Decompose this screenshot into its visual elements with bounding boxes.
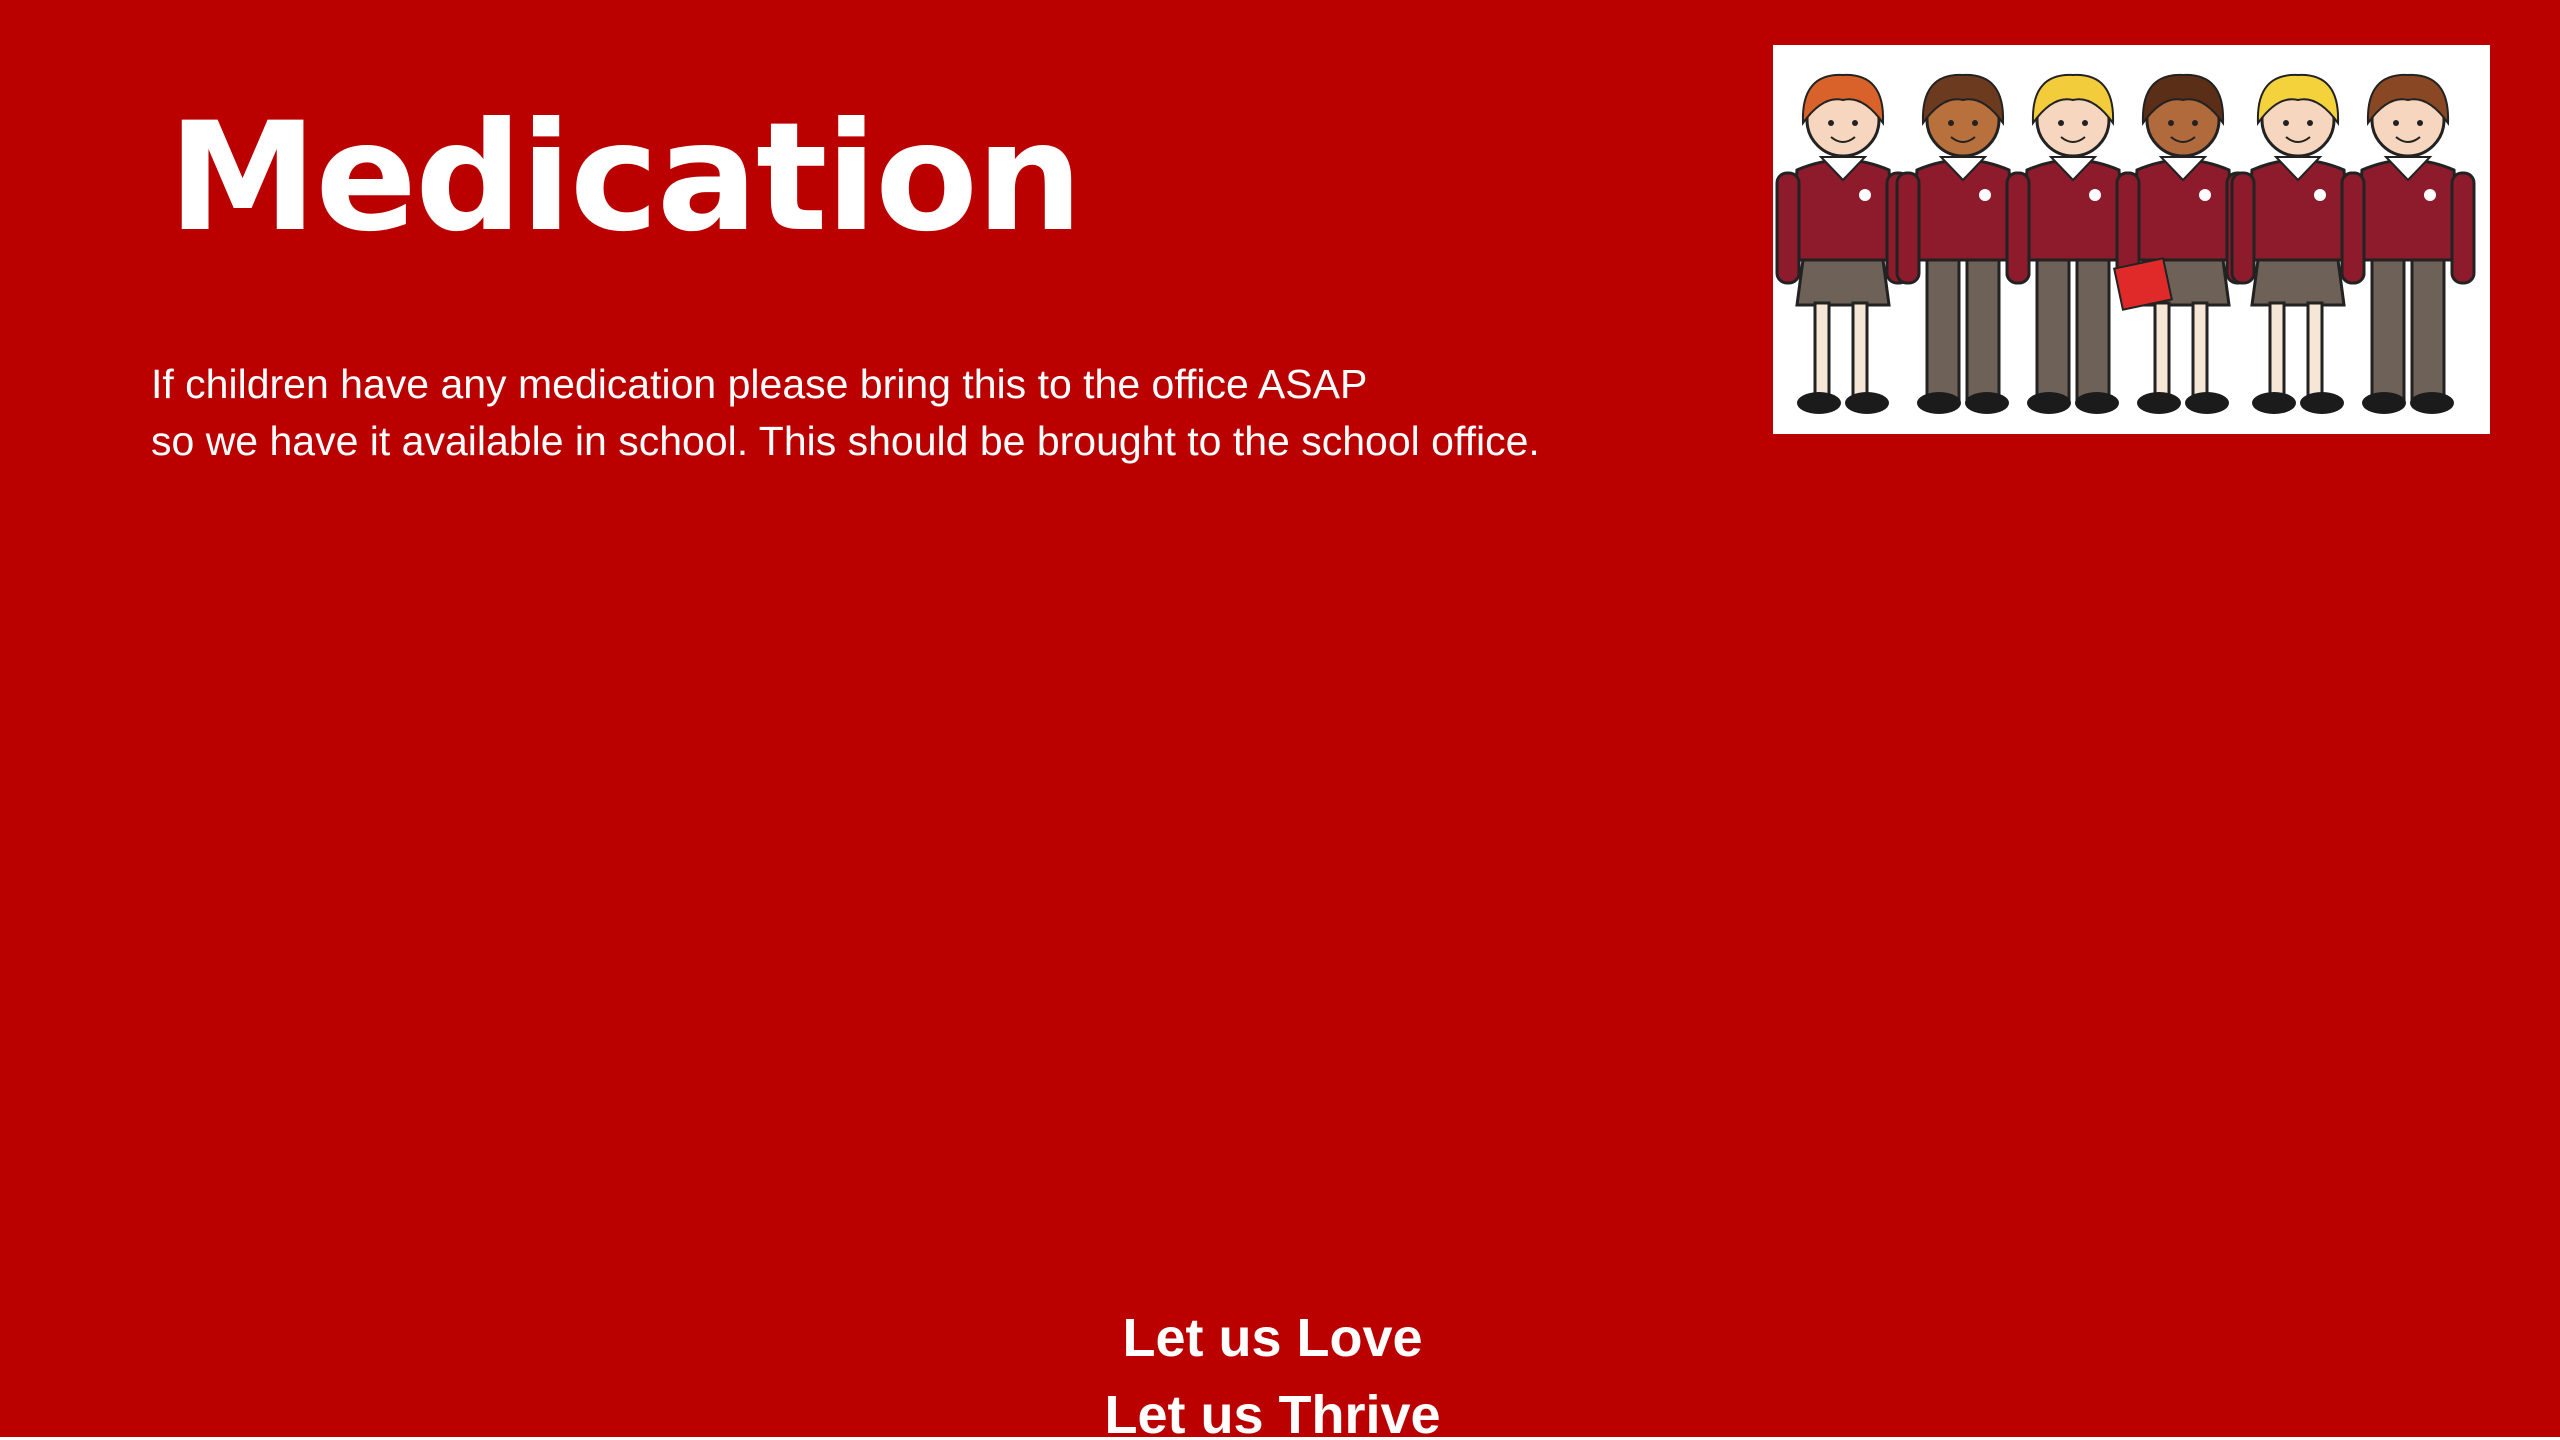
footer-line-thrive: Let us Thrive <box>1104 1385 1441 1437</box>
slide-title: Medication <box>168 91 1083 265</box>
footer-motto: Let us Love Let us Thrive <box>0 1300 2545 1437</box>
body-text: If children have any medication please b… <box>151 356 1751 470</box>
body-line: so we have it available in school. This … <box>151 418 1540 464</box>
slide: Medication If children have any medicati… <box>0 0 2560 1437</box>
footer-line-love: Let us Love <box>1122 1308 1423 1368</box>
body-line: If children have any medication please b… <box>151 361 1368 407</box>
school-children-illustration-icon <box>1773 45 2490 434</box>
